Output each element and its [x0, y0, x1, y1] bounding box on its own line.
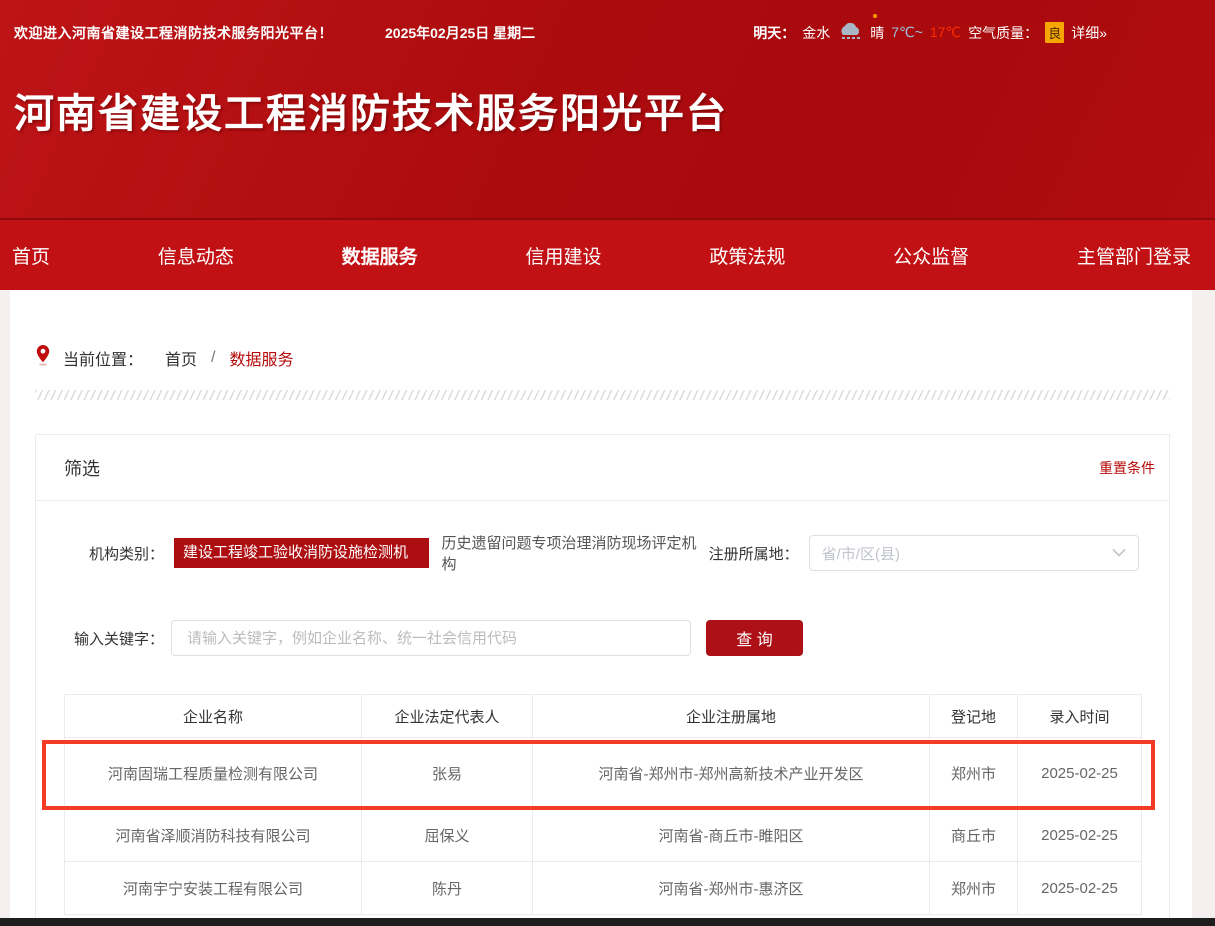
- category-selected-badge[interactable]: 建设工程竣工验收消防设施检测机构: [174, 538, 429, 568]
- nav-item-data-service[interactable]: 数据服务: [342, 242, 418, 269]
- cell-entry-date: 2025-02-25: [1018, 809, 1142, 862]
- category-label: 机构类别：: [64, 543, 164, 564]
- content-area: 当前位置： 首页 / 数据服务 筛选 重置条件 机构类别： 建设工程竣工验收消防…: [10, 290, 1192, 926]
- table-row[interactable]: 河南宇宁安装工程有限公司 陈丹 河南省-郑州市-惠济区 郑州市 2025-02-…: [65, 862, 1142, 915]
- cell-legal-rep: 屈保义: [362, 809, 533, 862]
- weather-condition: 晴: [870, 23, 884, 43]
- filter-panel: 筛选 重置条件 机构类别： 建设工程竣工验收消防设施检测机构 历史遗留问题专项治…: [35, 434, 1170, 926]
- keyword-label: 输入关键字：: [64, 628, 164, 649]
- weather-sun-dot-icon: [873, 14, 877, 18]
- cell-company-name: 河南宇宁安装工程有限公司: [65, 862, 362, 915]
- main-nav: 首页 信息动态 数据服务 信用建设 政策法规 公众监督 主管部门登录: [0, 218, 1215, 290]
- air-quality-badge: 良: [1045, 22, 1064, 43]
- cell-company-name: 河南固瑞工程质量检测有限公司: [65, 738, 362, 809]
- region-select-placeholder: 省/市/区(县): [822, 543, 1112, 564]
- site-title: 河南省建设工程消防技术服务阳光平台: [0, 43, 1215, 139]
- welcome-text: 欢迎进入河南省建设工程消防技术服务阳光平台！: [14, 23, 333, 43]
- temp-high: 17℃: [930, 24, 961, 41]
- region-label: 注册所属地：: [709, 543, 799, 564]
- breadcrumb-label: 当前位置：: [63, 346, 143, 370]
- temp-low: 7℃~: [891, 24, 923, 41]
- air-quality-label: 空气质量：: [968, 23, 1038, 43]
- filter-panel-header: 筛选 重置条件: [36, 435, 1169, 501]
- region-select[interactable]: 省/市/区(县): [809, 535, 1139, 571]
- col-header-record-place: 登记地: [930, 695, 1018, 738]
- location-pin-icon: [35, 344, 51, 371]
- results-table: 企业名称 企业法定代表人 企业注册属地 登记地 录入时间 河南固瑞工程质量检测有…: [64, 694, 1142, 915]
- col-header-legal-rep: 企业法定代表人: [362, 695, 533, 738]
- cell-record-place: 郑州市: [930, 738, 1018, 809]
- chevron-down-icon: [1112, 544, 1126, 562]
- weather-widget: 明天： 金水 晴 7℃~ 17℃ 空气质量： 良 详细»: [753, 22, 1195, 43]
- breadcrumb-current: 数据服务: [229, 346, 293, 370]
- nav-item-credit[interactable]: 信用建设: [525, 242, 601, 269]
- keyword-filter-row: 输入关键字： 查 询: [36, 620, 1169, 656]
- hatch-divider: [35, 390, 1170, 400]
- cell-registered-location: 河南省-郑州市-郑州高新技术产业开发区: [533, 738, 930, 809]
- nav-item-admin-login[interactable]: 主管部门登录: [1077, 242, 1191, 269]
- cell-record-place: 商丘市: [930, 809, 1018, 862]
- page-background: 当前位置： 首页 / 数据服务 筛选 重置条件 机构类别： 建设工程竣工验收消防…: [0, 290, 1215, 926]
- nav-item-policy[interactable]: 政策法规: [709, 242, 785, 269]
- cell-legal-rep: 陈丹: [362, 862, 533, 915]
- nav-item-news[interactable]: 信息动态: [158, 242, 234, 269]
- nav-item-home[interactable]: 首页: [12, 242, 50, 269]
- search-button[interactable]: 查 询: [706, 620, 803, 656]
- breadcrumb-separator: /: [211, 349, 215, 367]
- col-header-company-name: 企业名称: [65, 695, 362, 738]
- table-row[interactable]: 河南省泽顺消防科技有限公司 屈保义 河南省-商丘市-睢阳区 商丘市 2025-0…: [65, 809, 1142, 862]
- filter-title: 筛选: [64, 455, 100, 481]
- cloud-weather-icon: [837, 23, 863, 43]
- nav-item-supervision[interactable]: 公众监督: [893, 242, 969, 269]
- col-header-registered-location: 企业注册属地: [533, 695, 930, 738]
- table-row[interactable]: 河南固瑞工程质量检测有限公司 张易 河南省-郑州市-郑州高新技术产业开发区 郑州…: [65, 738, 1142, 809]
- site-header: 欢迎进入河南省建设工程消防技术服务阳光平台！ 2025年02月25日 星期二 明…: [0, 0, 1215, 218]
- cell-record-place: 郑州市: [930, 862, 1018, 915]
- weather-detail-link[interactable]: 详细»: [1071, 23, 1107, 43]
- cell-entry-date: 2025-02-25: [1018, 862, 1142, 915]
- weather-tomorrow-label: 明天：: [753, 23, 795, 43]
- date-text: 2025年02月25日 星期二: [385, 23, 535, 43]
- breadcrumb-home-link[interactable]: 首页: [165, 346, 197, 370]
- col-header-entry-date: 录入时间: [1018, 695, 1142, 738]
- category-filter-row: 机构类别： 建设工程竣工验收消防设施检测机构 历史遗留问题专项治理消防现场评定机…: [36, 532, 1169, 574]
- cell-registered-location: 河南省-郑州市-惠济区: [533, 862, 930, 915]
- breadcrumb: 当前位置： 首页 / 数据服务: [35, 344, 1192, 371]
- top-bar: 欢迎进入河南省建设工程消防技术服务阳光平台！ 2025年02月25日 星期二 明…: [0, 0, 1215, 43]
- cell-registered-location: 河南省-商丘市-睢阳区: [533, 809, 930, 862]
- reset-filters-link[interactable]: 重置条件: [1099, 458, 1155, 478]
- cell-legal-rep: 张易: [362, 738, 533, 809]
- category-unselected-option[interactable]: 历史遗留问题专项治理消防现场评定机构: [441, 532, 708, 574]
- weather-city: 金水: [802, 23, 830, 43]
- table-header-row: 企业名称 企业法定代表人 企业注册属地 登记地 录入时间: [65, 695, 1142, 738]
- region-filter-group: 注册所属地： 省/市/区(县): [709, 535, 1139, 571]
- cell-entry-date: 2025-02-25: [1018, 738, 1142, 809]
- keyword-input[interactable]: [171, 620, 691, 656]
- cell-company-name: 河南省泽顺消防科技有限公司: [65, 809, 362, 862]
- bottom-dark-bar: [0, 918, 1215, 926]
